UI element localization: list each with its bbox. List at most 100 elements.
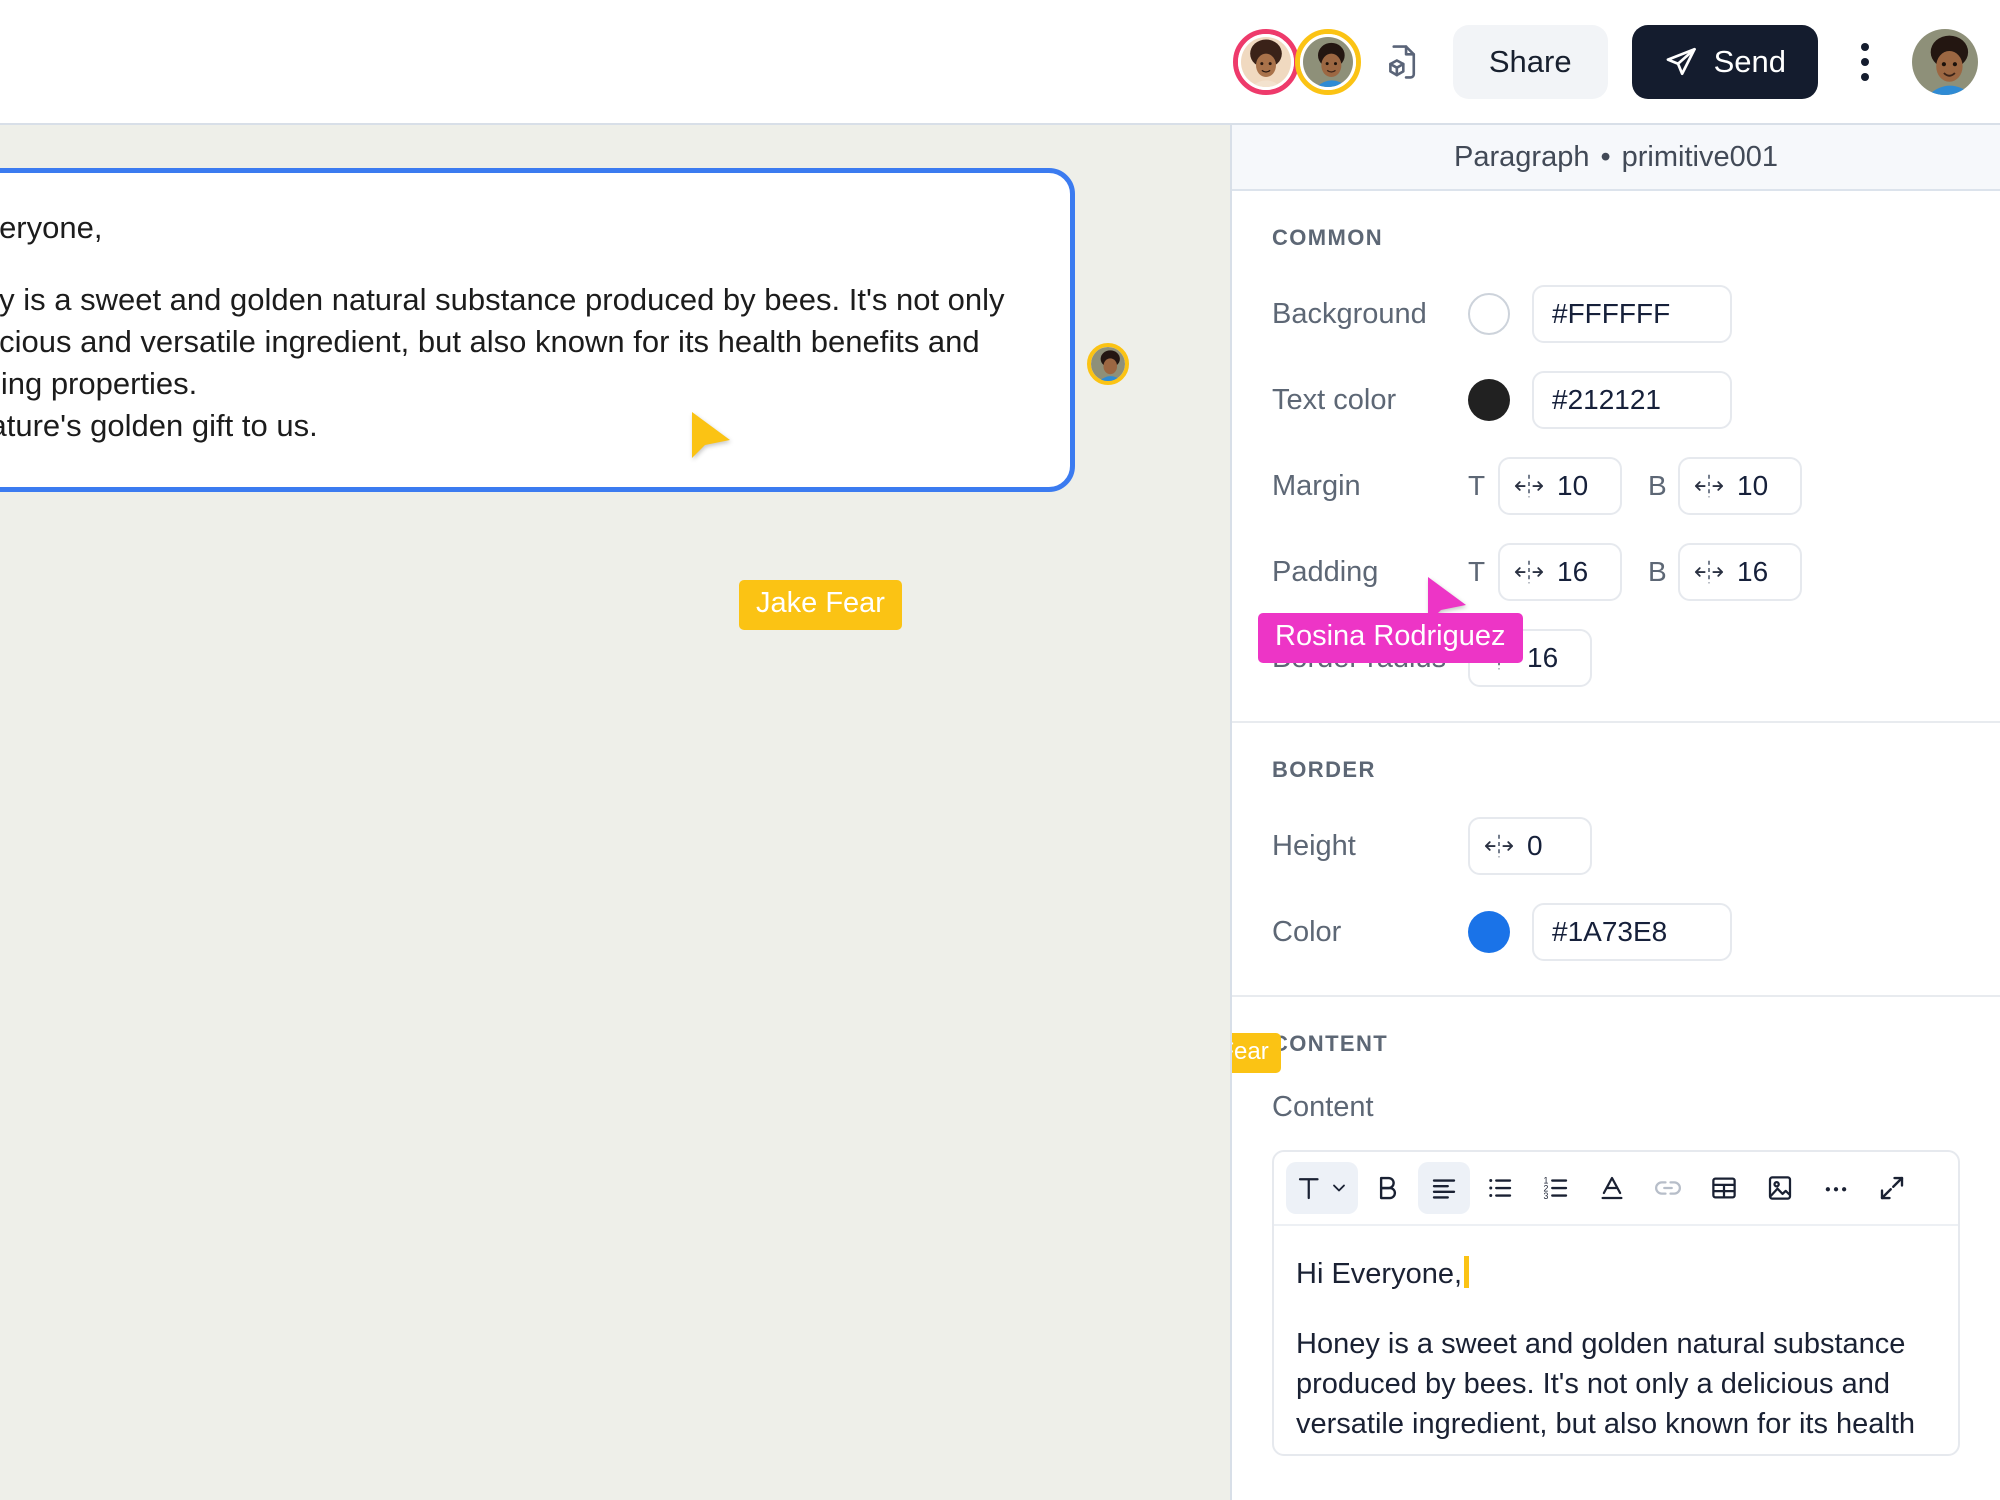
image-glyph — [1765, 1173, 1795, 1203]
properties-panel: Paragraph • primitive001 COMMON Backgrou… — [1230, 125, 2000, 1500]
panel-header-separator: • — [1600, 141, 1610, 174]
cursor-label-rosina-rodriguez: Rosina Rodriguez — [1258, 613, 1523, 663]
collaborator-avatars — [1237, 29, 1361, 95]
cursor-label-jake-fear-editor: Jake Fear — [1230, 1033, 1281, 1073]
card-editor-avatar[interactable] — [1087, 343, 1129, 385]
row-background: Background #FFFFFF — [1272, 285, 1960, 343]
kebab-menu-icon[interactable] — [1844, 32, 1886, 92]
text-color-icon[interactable] — [1586, 1162, 1638, 1214]
avatar — [1238, 34, 1294, 90]
panel-header-id: primitive001 — [1622, 141, 1778, 174]
link-glyph — [1653, 1173, 1683, 1203]
border-height-input[interactable]: 0 — [1468, 817, 1592, 875]
editor-greeting: Hi Everyone, — [1296, 1254, 1936, 1294]
collaborator-avatar-2[interactable] — [1295, 29, 1361, 95]
horizontal-resize-icon — [1694, 473, 1724, 499]
align-left-icon[interactable] — [1418, 1162, 1470, 1214]
cursor-label-jake-fear: Jake Fear — [739, 580, 902, 630]
padding-top-letter: T — [1468, 556, 1498, 588]
selected-paragraph-card[interactable]: Hi Everyone, Honey is a sweet and golden… — [0, 168, 1075, 492]
paper-plane-icon — [1664, 45, 1698, 79]
border-color-swatch[interactable] — [1468, 911, 1510, 953]
label-text-color: Text color — [1272, 384, 1468, 417]
avatar-image — [1303, 37, 1353, 87]
horizontal-resize-icon — [1484, 833, 1514, 859]
label-padding: Padding — [1272, 556, 1468, 589]
background-color-swatch[interactable] — [1468, 293, 1510, 335]
margin-top-letter: T — [1468, 470, 1498, 502]
avatar — [1300, 34, 1356, 90]
ellipsis-glyph — [1821, 1173, 1851, 1203]
background-hex-input[interactable]: #FFFFFF — [1532, 285, 1732, 343]
card-paragraph: Honey is a sweet and golden natural subs… — [0, 279, 1030, 405]
avatar-image — [1091, 347, 1125, 381]
panel-header-type: Paragraph — [1454, 141, 1589, 174]
text-caret — [1464, 1256, 1469, 1288]
kebab-dot — [1861, 43, 1869, 51]
row-margin: Margin T 10 B 1 — [1272, 457, 1960, 515]
text-color-glyph — [1597, 1173, 1627, 1203]
horizontal-resize-icon — [1514, 559, 1544, 585]
row-text-color: Text color #212121 — [1272, 371, 1960, 429]
send-button[interactable]: Send — [1632, 25, 1818, 99]
editor-paragraph: Honey is a sweet and golden natural subs… — [1296, 1324, 1936, 1444]
account-avatar[interactable] — [1912, 29, 1978, 95]
align-left-glyph — [1429, 1173, 1459, 1203]
card-closing: It's nature's golden gift to us. — [0, 405, 1030, 447]
svg-text:3: 3 — [1544, 1191, 1549, 1201]
link-icon[interactable] — [1642, 1162, 1694, 1214]
section-content: CONTENT Content — [1232, 995, 2000, 1486]
share-button[interactable]: Share — [1453, 25, 1608, 99]
text-style-icon — [1295, 1173, 1325, 1203]
panel-header: Paragraph • primitive001 — [1232, 125, 2000, 191]
editor-body[interactable]: Hi Everyone, Honey is a sweet and golden… — [1274, 1226, 1958, 1454]
more-options-icon[interactable] — [1810, 1162, 1862, 1214]
document-3d-glyph — [1384, 42, 1422, 82]
border-height-value: 0 — [1527, 830, 1543, 862]
editor-greeting-text: Hi Everyone, — [1296, 1258, 1462, 1290]
label-content: Content — [1272, 1091, 1960, 1124]
padding-top-input[interactable]: 16 — [1498, 543, 1622, 601]
numbered-list-icon[interactable]: 1 2 3 — [1530, 1162, 1582, 1214]
section-title-border: BORDER — [1272, 757, 1960, 783]
label-background: Background — [1272, 298, 1468, 331]
send-label: Send — [1714, 44, 1786, 80]
document-3d-icon[interactable] — [1383, 42, 1423, 82]
chevron-down-icon — [1329, 1178, 1349, 1198]
row-border-color: Color #1A73E8 — [1272, 903, 1960, 961]
numbered-list-glyph: 1 2 3 — [1541, 1173, 1571, 1203]
padding-bottom-input[interactable]: 16 — [1678, 543, 1802, 601]
margin-top-input[interactable]: 10 — [1498, 457, 1622, 515]
padding-bottom-value: 16 — [1737, 556, 1768, 588]
label-margin: Margin — [1272, 470, 1468, 503]
section-border: BORDER Height 0 Color #1A73E8 — [1232, 721, 2000, 995]
table-icon[interactable] — [1698, 1162, 1750, 1214]
border-color-hex-input[interactable]: #1A73E8 — [1532, 903, 1732, 961]
margin-top-value: 10 — [1557, 470, 1588, 502]
label-border-color: Color — [1272, 916, 1468, 949]
section-title-content: CONTENT — [1272, 1031, 1960, 1057]
card-greeting: Hi Everyone, — [0, 207, 1030, 249]
bullet-list-glyph — [1485, 1173, 1515, 1203]
border-radius-value: 16 — [1527, 642, 1558, 674]
canvas-area[interactable]: Hi Everyone, Honey is a sweet and golden… — [0, 125, 1230, 1500]
expand-icon[interactable] — [1866, 1162, 1918, 1214]
image-icon[interactable] — [1754, 1162, 1806, 1214]
top-bar: Share Send — [0, 0, 2000, 125]
collaborator-avatar-1[interactable] — [1233, 29, 1299, 95]
border-color-hex-value: #1A73E8 — [1552, 916, 1667, 948]
padding-bottom-letter: B — [1648, 556, 1678, 588]
text-color-hex-input[interactable]: #212121 — [1532, 371, 1732, 429]
padding-top-value: 16 — [1557, 556, 1588, 588]
row-border-height: Height 0 — [1272, 817, 1960, 875]
expand-glyph — [1877, 1173, 1907, 1203]
text-style-dropdown[interactable] — [1286, 1162, 1358, 1214]
text-color-swatch[interactable] — [1468, 379, 1510, 421]
background-hex-value: #FFFFFF — [1552, 298, 1670, 330]
bullet-list-icon[interactable] — [1474, 1162, 1526, 1214]
row-padding: Padding T 16 B — [1272, 543, 1960, 601]
margin-bottom-input[interactable]: 10 — [1678, 457, 1802, 515]
bold-icon[interactable] — [1362, 1162, 1414, 1214]
rich-text-editor[interactable]: 1 2 3 — [1272, 1150, 1960, 1456]
label-border-height: Height — [1272, 830, 1468, 863]
